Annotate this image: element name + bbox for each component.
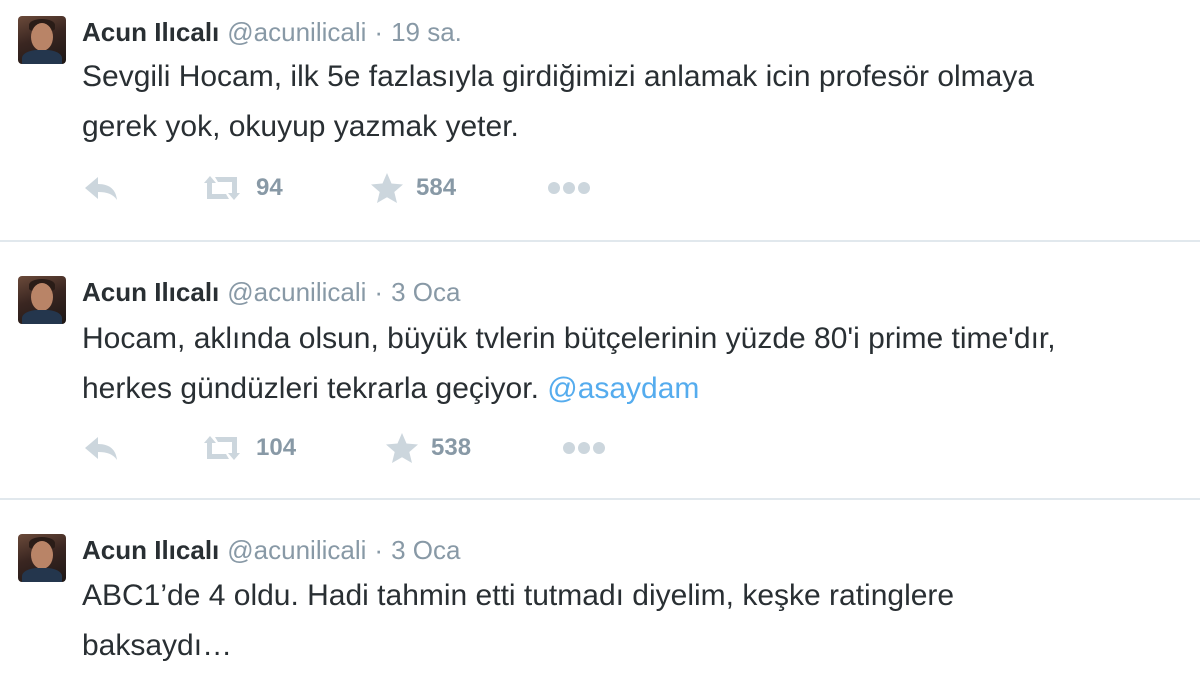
more-icon <box>548 182 590 194</box>
star-icon <box>386 433 418 463</box>
user-handle[interactable]: @acunilicali <box>227 277 366 307</box>
separator: · <box>374 535 384 565</box>
tweet-text-line: gerek yok, okuyup yazmak yeter. <box>82 110 519 143</box>
tweet-text: ABC1’de 4 oldu. Hadi tahmin etti tutmadı… <box>82 571 954 671</box>
avatar[interactable] <box>18 276 66 324</box>
reply-button[interactable] <box>82 428 120 468</box>
separator: · <box>374 277 384 307</box>
mention-link[interactable]: @asaydam <box>547 372 699 405</box>
reply-button[interactable] <box>82 168 120 208</box>
user-name[interactable]: Acun Ilıcalı <box>82 17 219 47</box>
favorite-button[interactable]: 584 <box>370 168 456 208</box>
reply-icon <box>85 177 117 200</box>
user-handle[interactable]: @acunilicali <box>227 535 366 565</box>
favorite-button[interactable]: 538 <box>385 428 471 468</box>
more-button[interactable] <box>562 428 606 468</box>
reply-icon <box>85 437 117 460</box>
retweet-button[interactable]: 104 <box>200 428 296 468</box>
tweet-timestamp[interactable]: 19 sa. <box>391 17 462 47</box>
user-handle[interactable]: @acunilicali <box>227 17 366 47</box>
retweet-button[interactable]: 94 <box>200 168 283 208</box>
tweet-text: Sevgili Hocam, ilk 5e fazlasıyla girdiği… <box>82 52 1034 152</box>
tweet-text-line: Hocam, aklında olsun, büyük tvlerin bütç… <box>82 322 1056 355</box>
tweet[interactable]: Acun Ilıcalı @acunilicali · 19 sa. Sevgili … <box>0 0 1200 238</box>
retweet-count: 94 <box>256 174 283 201</box>
retweet-count: 104 <box>256 434 297 461</box>
tweet-header: Acun Ilıcalı @acunilicali · 3 Oca <box>82 276 460 308</box>
tweet-text-line: ABC1’de 4 oldu. Hadi tahmin etti tutmadı… <box>82 579 955 612</box>
more-button[interactable] <box>547 168 591 208</box>
star-icon <box>371 173 403 203</box>
retweet-icon <box>204 436 240 460</box>
favorite-count: 584 <box>416 174 457 201</box>
tweet-text-line: baksaydı… <box>82 629 233 662</box>
tweet-header: Acun Ilıcalı @acunilicali · 19 sa. <box>82 16 462 48</box>
tweet-text-line: Sevgili Hocam, ilk 5e fazlasıyla girdiği… <box>82 60 1035 93</box>
more-icon <box>563 442 605 454</box>
tweet[interactable]: Acun Ilıcalı @acunilicali · 3 Oca Hocam, ak… <box>0 242 1200 498</box>
retweet-icon <box>204 176 240 200</box>
avatar[interactable] <box>18 534 66 582</box>
separator: · <box>374 17 384 47</box>
tweet-timestamp[interactable]: 3 Oca <box>391 277 460 307</box>
tweet-text-line-with-mention: herkes gündüzleri tekrarla geçiyor. @asa… <box>82 364 1056 414</box>
user-name[interactable]: Acun Ilıcalı <box>82 535 219 565</box>
user-name[interactable]: Acun Ilıcalı <box>82 277 219 307</box>
tweet-timestamp[interactable]: 3 Oca <box>391 535 460 565</box>
tweet-text: Hocam, aklında olsun, büyük tvlerin bütç… <box>82 314 1056 414</box>
tweet-header: Acun Ilıcalı @acunilicali · 3 Oca <box>82 534 460 566</box>
favorite-count: 538 <box>431 434 472 461</box>
tweet-text-fragment: herkes gündüzleri tekrarla geçiyor. <box>82 372 548 405</box>
avatar[interactable] <box>18 16 66 64</box>
tweet[interactable]: Acun Ilıcalı @acunilicali · 3 Oca ABC1’de 4… <box>0 500 1200 675</box>
